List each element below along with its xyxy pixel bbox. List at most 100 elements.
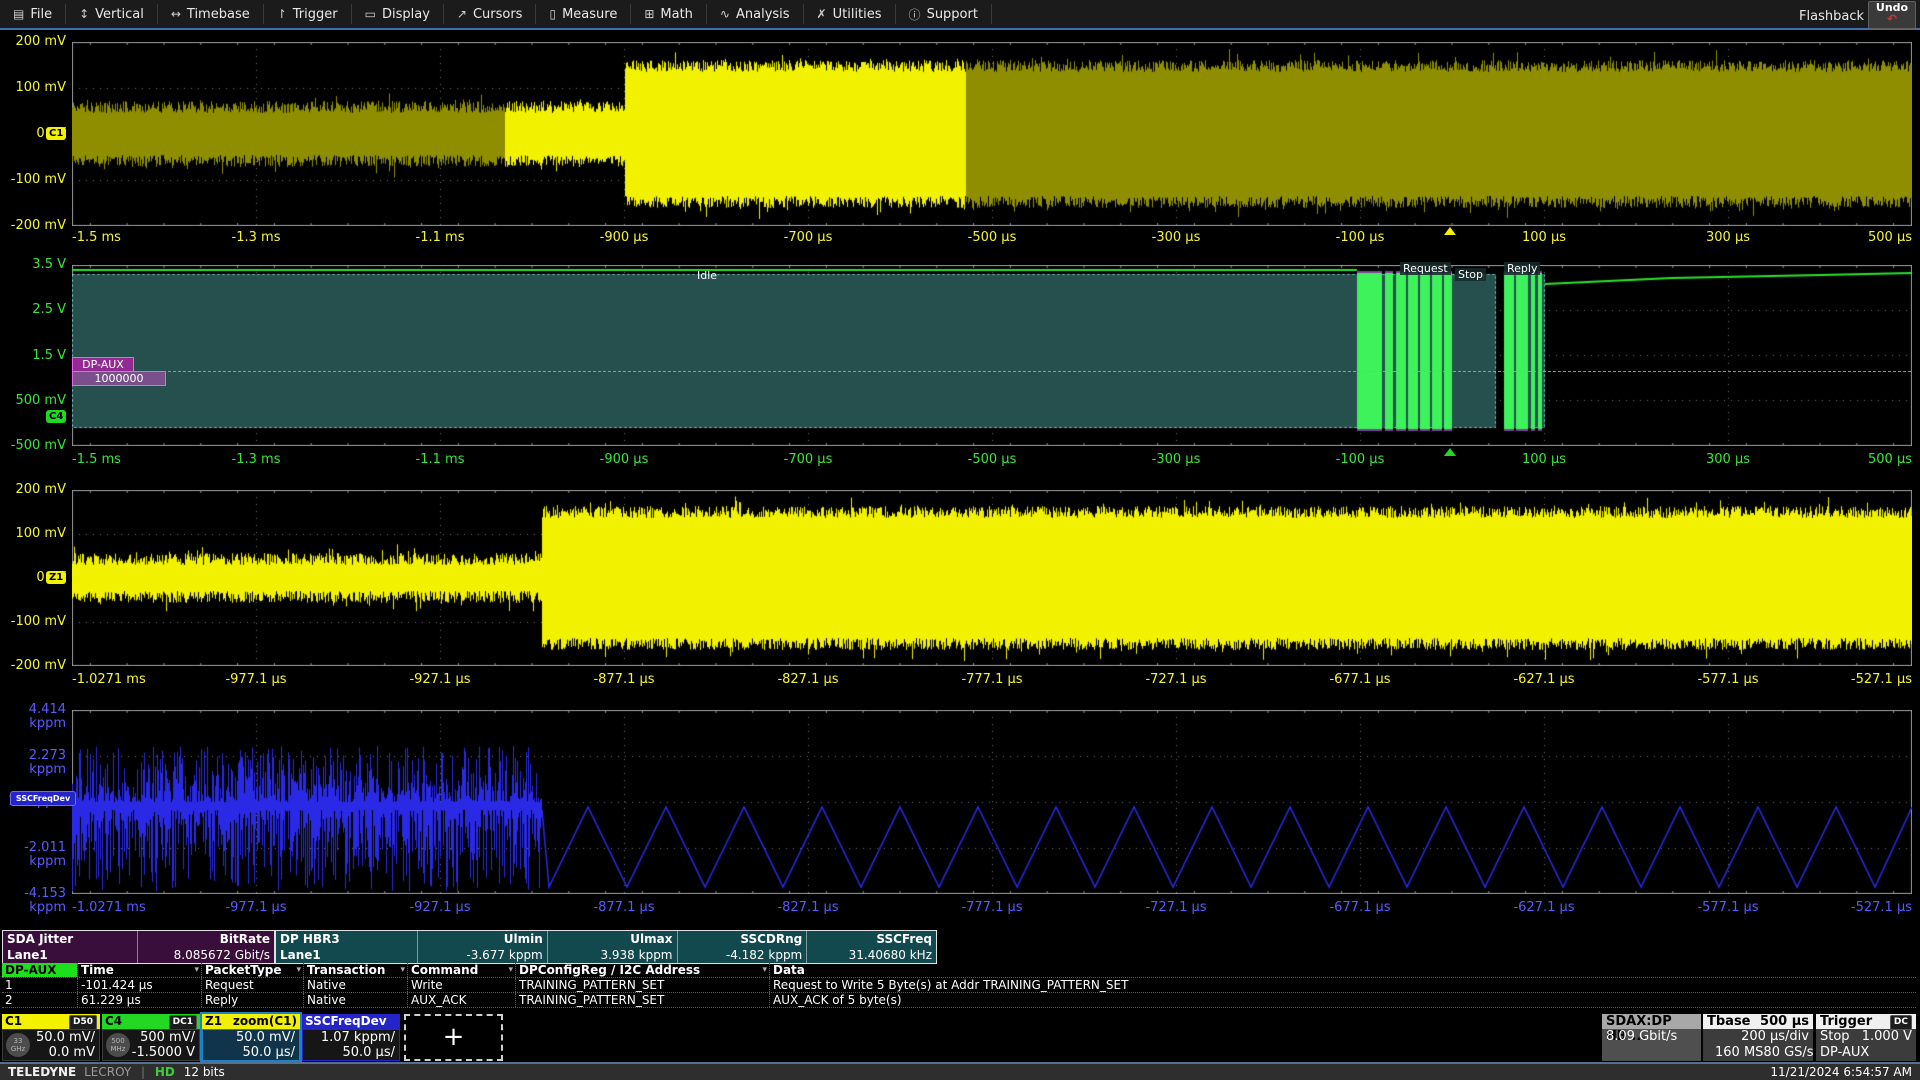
grid2-x-axis-label: -900 µs: [600, 452, 649, 467]
trigger-position-marker-c4[interactable]: [1444, 448, 1456, 456]
idle-annotation: Idle: [697, 269, 717, 282]
decode-header-data[interactable]: Data: [769, 963, 1916, 977]
menu-item-cursors[interactable]: ↗Cursors: [444, 4, 537, 24]
waveform-grid-z1[interactable]: [72, 490, 1912, 666]
sdax-bitrate: 8.09 Gbit/s: [1602, 1029, 1701, 1045]
ssc-value-sscfreq: 31.40680 kHz: [806, 947, 936, 963]
menu-item-display[interactable]: ▭Display: [352, 4, 444, 24]
ssc-col-ulmax: Ulmax: [547, 931, 677, 947]
grid2-x-axis-label: -300 µs: [1152, 452, 1201, 467]
z1-descriptor-box[interactable]: Z1 zoom(C1) 50.0 mV/ 50.0 µs/: [202, 1014, 300, 1061]
datetime: 11/21/2024 6:54:57 AM: [1770, 1065, 1912, 1079]
grid1-x-axis-label: -700 µs: [784, 230, 833, 245]
grid1-y-axis-label: 100 mV: [0, 81, 66, 95]
waveform-grid-c1[interactable]: [72, 42, 1912, 226]
z1-channel-marker[interactable]: Z1: [46, 571, 66, 584]
sscfreqdev-descriptor-box[interactable]: SSCFreqDev 1.07 kppm/ 50.0 µs/: [302, 1014, 400, 1061]
jitter-measure-table[interactable]: SDA Jitter BitRate Lane1 8.085672 Gbit/s: [2, 930, 275, 964]
ssc-row-label: Lane1: [276, 947, 417, 963]
decode-cell: Native: [303, 993, 407, 1007]
grid3-x-axis-label: -977.1 µs: [225, 672, 286, 687]
decode-bus-cell[interactable]: DP-AUX: [2, 963, 77, 977]
menu-item-utilities[interactable]: ✗Utilities: [804, 4, 896, 24]
decode-cell: Reply: [201, 993, 303, 1007]
decode-cell: -101.424 µs: [77, 978, 201, 992]
decode-cell: AUX_ACK: [407, 993, 515, 1007]
waveform-grid-c4-dpaux[interactable]: [72, 265, 1912, 446]
stop-annotation: Stop: [1455, 268, 1486, 281]
trigger-position-marker-c1[interactable]: [1444, 227, 1456, 235]
trigger-box[interactable]: Trigger DC Stop 1.000 V DP-AUX: [1816, 1014, 1916, 1061]
menu-item-math[interactable]: ⊞Math: [631, 4, 707, 24]
dp-aux-bus-label[interactable]: DP-AUX: [72, 357, 134, 372]
grid1-y-axis-label: -200 mV: [0, 219, 66, 233]
decode-cell: 61.229 µs: [77, 993, 201, 1007]
decode-header-transaction[interactable]: Transaction▾: [303, 963, 407, 977]
decode-row[interactable]: 1-101.424 µsRequestNativeWriteTRAINING_P…: [2, 978, 1916, 993]
grid4-x-axis-label: -577.1 µs: [1697, 900, 1758, 915]
decode-cell: TRAINING_PATTERN_SET: [515, 978, 769, 992]
grid4-x-axis-label: -527.1 µs: [1851, 900, 1912, 915]
c1-bandwidth-badge: 33GHz: [6, 1033, 30, 1057]
add-trace-button[interactable]: +: [404, 1014, 503, 1061]
sdax-analysis-box[interactable]: SDAX:DP HB ... 8.09 Gbit/s: [1602, 1014, 1701, 1061]
decode-row[interactable]: 261.229 µsReplyNativeAUX_ACKTRAINING_PAT…: [2, 993, 1916, 1008]
menu-item-label: File: [30, 7, 52, 22]
c4-offset: -1.5000 V: [132, 1045, 195, 1060]
aux-threshold-line: [73, 371, 1911, 372]
grid2-y-axis-label: 1.5 V: [0, 349, 66, 363]
decode-header-command[interactable]: Command▾: [407, 963, 515, 977]
grid1-x-axis-label: -1.1 ms: [416, 230, 465, 245]
c1-channel-marker[interactable]: C1: [46, 127, 66, 140]
grid4-x-axis-label: -977.1 µs: [225, 900, 286, 915]
timebase-box[interactable]: Tbase 500 µs 200 µs/div 160 MS 80 GS/s: [1703, 1014, 1813, 1061]
vertical-arrows-icon: ↕: [79, 7, 89, 21]
decode-col-label: Command: [411, 963, 478, 977]
status-bar: TELEDYNE LECROY | HD 12 bits 11/21/2024 …: [0, 1062, 1920, 1080]
menu-item-trigger[interactable]: ↾Trigger: [264, 4, 352, 24]
grid3-y-axis-label: -100 mV: [0, 615, 66, 629]
c4-descriptor-box[interactable]: C4 DC1 500MHz 500 mV/ -1.5000 V: [102, 1014, 200, 1061]
c1-descriptor-box[interactable]: C1 D50 33GHz 50.0 mV/ 0.0 mV: [2, 1014, 100, 1061]
menu-item-measure[interactable]: ▯Measure: [536, 4, 631, 24]
ssc-measure-table[interactable]: DP HBR3UlminUlmaxSSCDRngSSCFreq Lane1-3.…: [275, 930, 937, 964]
grid1-x-axis-label: -900 µs: [600, 230, 649, 245]
decode-header-dpconfigreg[interactable]: DPConfigReg / I2C Address▾: [515, 963, 769, 977]
oscilloscope-screen: ▤File↕Vertical↔Timebase↾Trigger▭Display↗…: [0, 0, 1920, 1080]
grid2-x-axis-label: -1.3 ms: [232, 452, 281, 467]
grid2-y-axis-label: -500 mV: [0, 439, 66, 453]
waveform-grid-sscfreqdev[interactable]: [72, 710, 1912, 894]
grid3-y-axis-label: 200 mV: [0, 483, 66, 497]
grid3-x-axis-label: -1.0271 ms: [72, 672, 146, 687]
decode-cell: AUX_ACK of 5 byte(s): [769, 993, 1916, 1007]
sscfreqdev-time-per-div: 50.0 µs/: [342, 1045, 395, 1060]
menu-item-file[interactable]: ▤File: [0, 4, 66, 24]
tbase-scale: 200 µs/div: [1703, 1029, 1813, 1045]
z1-descriptor-name: Z1: [205, 1014, 222, 1029]
brand-lecroy: LECROY: [84, 1065, 131, 1079]
decode-header-time[interactable]: Time▾: [77, 963, 201, 977]
undo-button[interactable]: Undo ↶: [1868, 1, 1916, 29]
grid4-x-axis-label: -877.1 µs: [593, 900, 654, 915]
c4-channel-marker[interactable]: C4: [46, 410, 66, 423]
menu-item-vertical[interactable]: ↕Vertical: [66, 4, 158, 24]
sscfreqdev-descriptor-name: SSCFreqDev: [305, 1014, 387, 1029]
c4-coupling-badge: DC1: [169, 1015, 197, 1030]
grid4-x-axis-label: -727.1 µs: [1145, 900, 1206, 915]
sscfreqdev-trace-marker[interactable]: SSCFreqDev: [10, 791, 76, 806]
undo-arrow-icon: ↶: [1869, 14, 1915, 24]
grid1-y-axis-label: 200 mV: [0, 35, 66, 49]
decode-header-packettype[interactable]: PacketType▾: [201, 963, 303, 977]
trigger-title: Trigger: [1820, 1014, 1872, 1029]
decode-cell: 1: [2, 978, 77, 992]
menu-item-support[interactable]: ⓘSupport: [896, 4, 992, 24]
decode-col-label: Transaction: [307, 963, 385, 977]
menu-item-label: Timebase: [187, 7, 250, 22]
decode-cell: Request to Write 5 Byte(s) at Addr TRAIN…: [769, 978, 1916, 992]
dp-aux-decode-table[interactable]: DP-AUXTime▾PacketType▾Transaction▾Comman…: [2, 963, 1916, 1008]
grid1-x-axis-label: 300 µs: [1706, 230, 1750, 245]
grid1-x-axis-label: 500 µs: [1868, 230, 1912, 245]
menu-item-analysis[interactable]: ∿Analysis: [707, 4, 804, 24]
decode-col-label: PacketType: [205, 963, 282, 977]
menu-item-timebase[interactable]: ↔Timebase: [158, 4, 264, 24]
